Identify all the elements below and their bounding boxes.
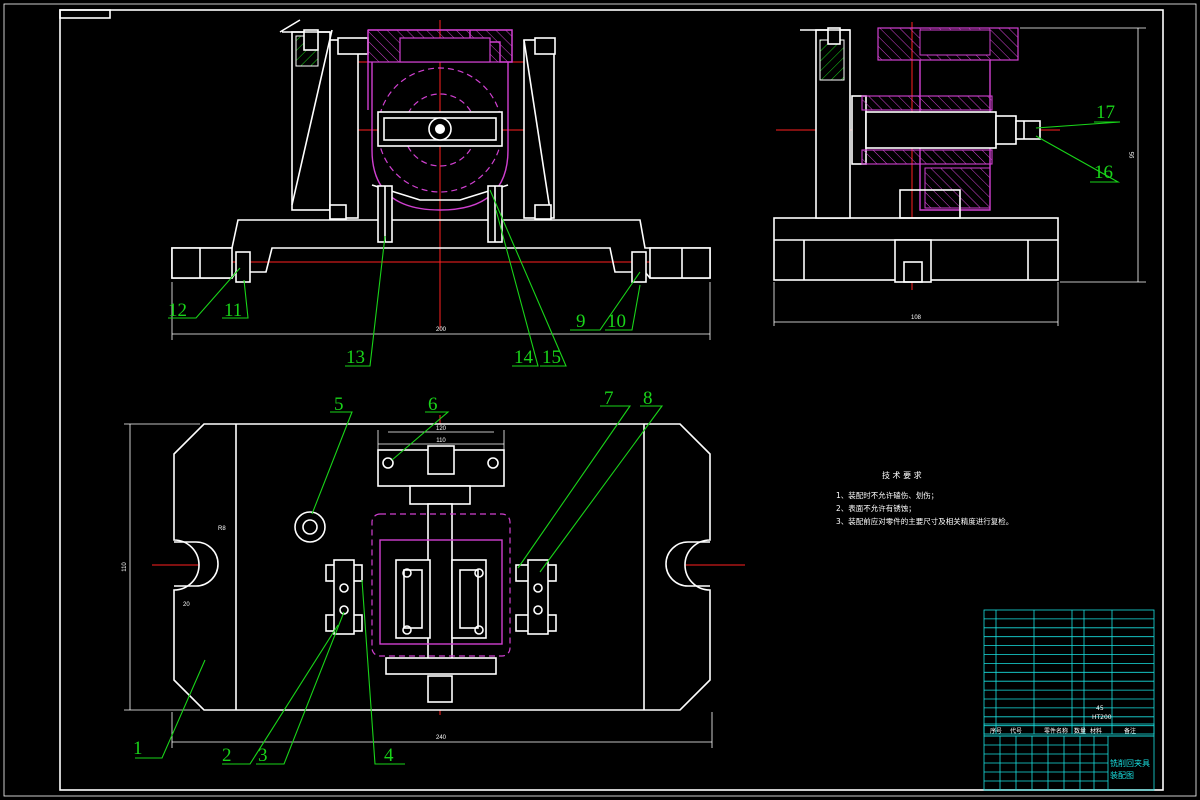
plan-top-dim: 120 <box>436 426 447 432</box>
plan-height-dim: 110 <box>122 562 128 572</box>
base-body <box>171 219 711 279</box>
part-number-5: 5 <box>334 394 344 415</box>
part-number-11: 11 <box>224 300 242 321</box>
part-number-17: 17 <box>1096 102 1115 123</box>
part-number-8: 8 <box>643 388 653 409</box>
header-seq: 序号 <box>990 727 1002 735</box>
plan-small-dim: 20 <box>183 602 190 608</box>
tech-req-item-3: 3、装配前应对零件的主要尺寸及相关精度进行复检。 <box>836 516 1013 526</box>
material-45: 45 <box>1096 705 1104 712</box>
pin-5 <box>294 511 326 543</box>
part-number-15: 15 <box>542 347 561 368</box>
part-number-6: 6 <box>428 394 438 415</box>
plan-view: 110 120 240 110 20 R8 <box>122 415 745 748</box>
plan-slot-dim: 110 <box>436 438 446 444</box>
tech-req-item-1: 1、装配时不允许磕伤、划伤； <box>836 490 938 500</box>
part-number-16: 16 <box>1094 162 1113 183</box>
material-label: HT200 <box>1092 714 1112 721</box>
header-name: 零件名称 <box>1044 727 1068 735</box>
header-remark: 备注 <box>1124 727 1136 735</box>
drawing-type: 装配图 <box>1110 770 1134 780</box>
side-height-dim: 95 <box>1130 151 1136 158</box>
front-width-dim: 200 <box>436 327 447 333</box>
part-number-10: 10 <box>607 311 626 332</box>
tech-req-item-2: 2、表面不允许有锈蚀； <box>836 503 916 513</box>
technical-requirements: 技 术 要 求 1、装配时不允许磕伤、划伤； 2、表面不允许有锈蚀； 3、装配前… <box>836 470 1013 526</box>
side-bolt <box>865 111 997 149</box>
tech-req-title: 技 术 要 求 <box>882 470 922 480</box>
header-code: 代号 <box>1010 727 1022 735</box>
assembly-drawing: 200 108 95 110 120 240 110 20 R8 1 2 3 4… <box>3 3 1197 797</box>
part-number-3: 3 <box>258 745 268 766</box>
part-number-9: 9 <box>576 311 586 332</box>
parts-list: HT200 45 序号 代号 零件名称 数量 材料 备注 <box>983 609 1155 737</box>
part-number-1: 1 <box>133 738 143 759</box>
title-block: 铣削回夹具 装配图 <box>983 735 1155 791</box>
side-view: 108 95 <box>773 22 1146 326</box>
part-number-7: 7 <box>604 388 614 409</box>
drawing-name: 铣削回夹具 <box>1110 758 1150 768</box>
part-number-14: 14 <box>514 347 534 368</box>
part-number-4: 4 <box>384 745 394 766</box>
part-number-12: 12 <box>168 300 187 321</box>
part-number-13: 13 <box>346 347 365 368</box>
part-number-2: 2 <box>222 745 232 766</box>
header-qty: 数量 <box>1074 727 1086 735</box>
side-width-dim: 108 <box>911 315 922 321</box>
plan-width-dim: 240 <box>436 735 447 741</box>
header-material: 材料 <box>1090 727 1102 735</box>
front-view: 200 <box>171 19 711 340</box>
plan-radius-dim: R8 <box>218 526 226 532</box>
